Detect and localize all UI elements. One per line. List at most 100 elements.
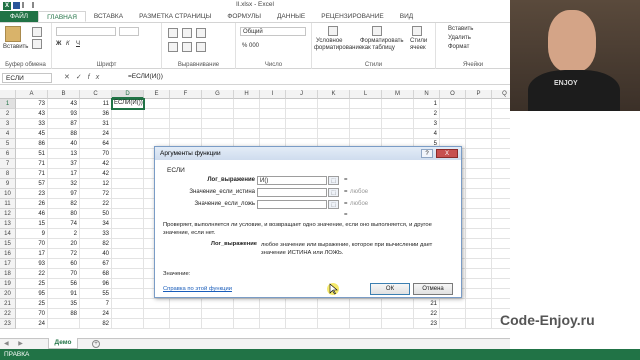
cell-styles-button-line2[interactable]: ячеек [410,45,426,51]
cell-b10[interactable]: 97 [48,189,80,199]
tab-page-layout[interactable]: РАЗМЕТКА СТРАНИЦЫ [131,11,219,22]
cell-q21[interactable] [492,299,510,309]
cell-j23[interactable] [286,319,318,329]
cell-a12[interactable]: 46 [16,209,48,219]
cell-h4[interactable] [234,129,260,139]
column-header-p[interactable]: P [466,90,492,99]
cell-c17[interactable]: 67 [80,259,112,269]
format-table-button-line2[interactable]: как таблицу [362,45,395,51]
cell-c16[interactable]: 40 [80,249,112,259]
cell-d4[interactable] [112,129,144,139]
select-all-corner[interactable] [0,90,16,99]
cell-e1[interactable] [144,99,170,109]
row-header[interactable]: 18 [0,269,16,279]
cell-h23[interactable] [234,319,260,329]
cell-d20[interactable] [112,289,144,299]
tab-home[interactable]: ГЛАВНАЯ [38,11,86,22]
cell-b15[interactable]: 20 [48,239,80,249]
cell-d18[interactable] [112,269,144,279]
sheet-tab-demo[interactable]: Демо [48,338,78,349]
cell-d6[interactable] [112,149,144,159]
cell-d15[interactable] [112,239,144,249]
row-header[interactable]: 1 [0,99,16,109]
cell-h3[interactable] [234,119,260,129]
tab-formulas[interactable]: ФОРМУЛЫ [219,11,269,22]
cell-l1[interactable] [350,99,382,109]
cell-p10[interactable] [466,189,492,199]
format-table-button[interactable]: Форматировать [360,38,404,44]
cell-b7[interactable]: 37 [48,159,80,169]
cell-a19[interactable]: 25 [16,279,48,289]
confirm-entry-icon[interactable]: ✓ [76,74,88,81]
cell-o22[interactable] [440,309,466,319]
cell-q20[interactable] [492,289,510,299]
cell-g2[interactable] [202,109,234,119]
underline-icon[interactable]: Ч [76,41,80,47]
cell-d22[interactable] [112,309,144,319]
cell-d5[interactable] [112,139,144,149]
cut-icon[interactable] [32,27,42,37]
cell-q17[interactable] [492,259,510,269]
column-header-o[interactable]: O [440,90,466,99]
copy-icon[interactable] [32,39,42,49]
row-header[interactable]: 20 [0,289,16,299]
align-left-icon[interactable] [168,42,178,52]
cell-d21[interactable] [112,299,144,309]
cell-d14[interactable] [112,229,144,239]
cell-a23[interactable]: 24 [16,319,48,329]
cell-b6[interactable]: 13 [48,149,80,159]
cell-e4[interactable] [144,129,170,139]
cell-q13[interactable] [492,219,510,229]
add-sheet-button[interactable]: + [92,340,100,348]
row-header[interactable]: 9 [0,179,16,189]
cell-p1[interactable] [466,99,492,109]
cell-b16[interactable]: 72 [48,249,80,259]
column-header-j[interactable]: J [286,90,318,99]
cell-m2[interactable] [382,109,414,119]
cell-q19[interactable] [492,279,510,289]
cell-b21[interactable]: 35 [48,299,80,309]
tab-view[interactable]: ВИД [392,11,421,22]
cell-a22[interactable]: 70 [16,309,48,319]
merge-icon[interactable] [196,42,206,52]
cell-p6[interactable] [466,149,492,159]
cell-p9[interactable] [466,179,492,189]
row-header[interactable]: 19 [0,279,16,289]
row-header[interactable]: 8 [0,169,16,179]
cell-p4[interactable] [466,129,492,139]
wrap-text-icon[interactable] [196,28,206,38]
cell-i22[interactable] [260,309,286,319]
cell-j1[interactable] [286,99,318,109]
cell-c3[interactable]: 31 [80,119,112,129]
cell-q2[interactable] [492,109,510,119]
delete-cells-button[interactable]: Удалить [448,35,471,41]
cell-a1[interactable]: 73 [16,99,48,109]
dialog-title[interactable]: Аргументы функции [155,147,461,160]
cell-k23[interactable] [318,319,350,329]
arg-input-if-false[interactable] [257,200,327,209]
cell-o23[interactable] [440,319,466,329]
cell-a16[interactable]: 17 [16,249,48,259]
tab-file[interactable]: ФАЙЛ [0,11,39,22]
cell-e22[interactable] [144,309,170,319]
cell-m22[interactable] [382,309,414,319]
cell-a13[interactable]: 15 [16,219,48,229]
insert-cells-button[interactable]: Вставить [448,26,473,32]
font-size-dropdown[interactable] [119,27,139,36]
cell-c11[interactable]: 22 [80,199,112,209]
cell-c7[interactable]: 42 [80,159,112,169]
cell-p14[interactable] [466,229,492,239]
cell-q1[interactable] [492,99,510,109]
active-cell-d1[interactable]: ЕСЛИ(И()) [111,98,145,110]
cell-e21[interactable] [144,299,170,309]
cell-p7[interactable] [466,159,492,169]
help-link[interactable]: Справка по этой функции [163,286,232,292]
column-header-b[interactable]: B [48,90,80,99]
cell-b13[interactable]: 74 [48,219,80,229]
row-header[interactable]: 4 [0,129,16,139]
cell-m4[interactable] [382,129,414,139]
row-header[interactable]: 7 [0,159,16,169]
cell-b18[interactable]: 70 [48,269,80,279]
cell-h2[interactable] [234,109,260,119]
arg-ref-if-true-icon[interactable]: ⬚ [328,188,339,197]
